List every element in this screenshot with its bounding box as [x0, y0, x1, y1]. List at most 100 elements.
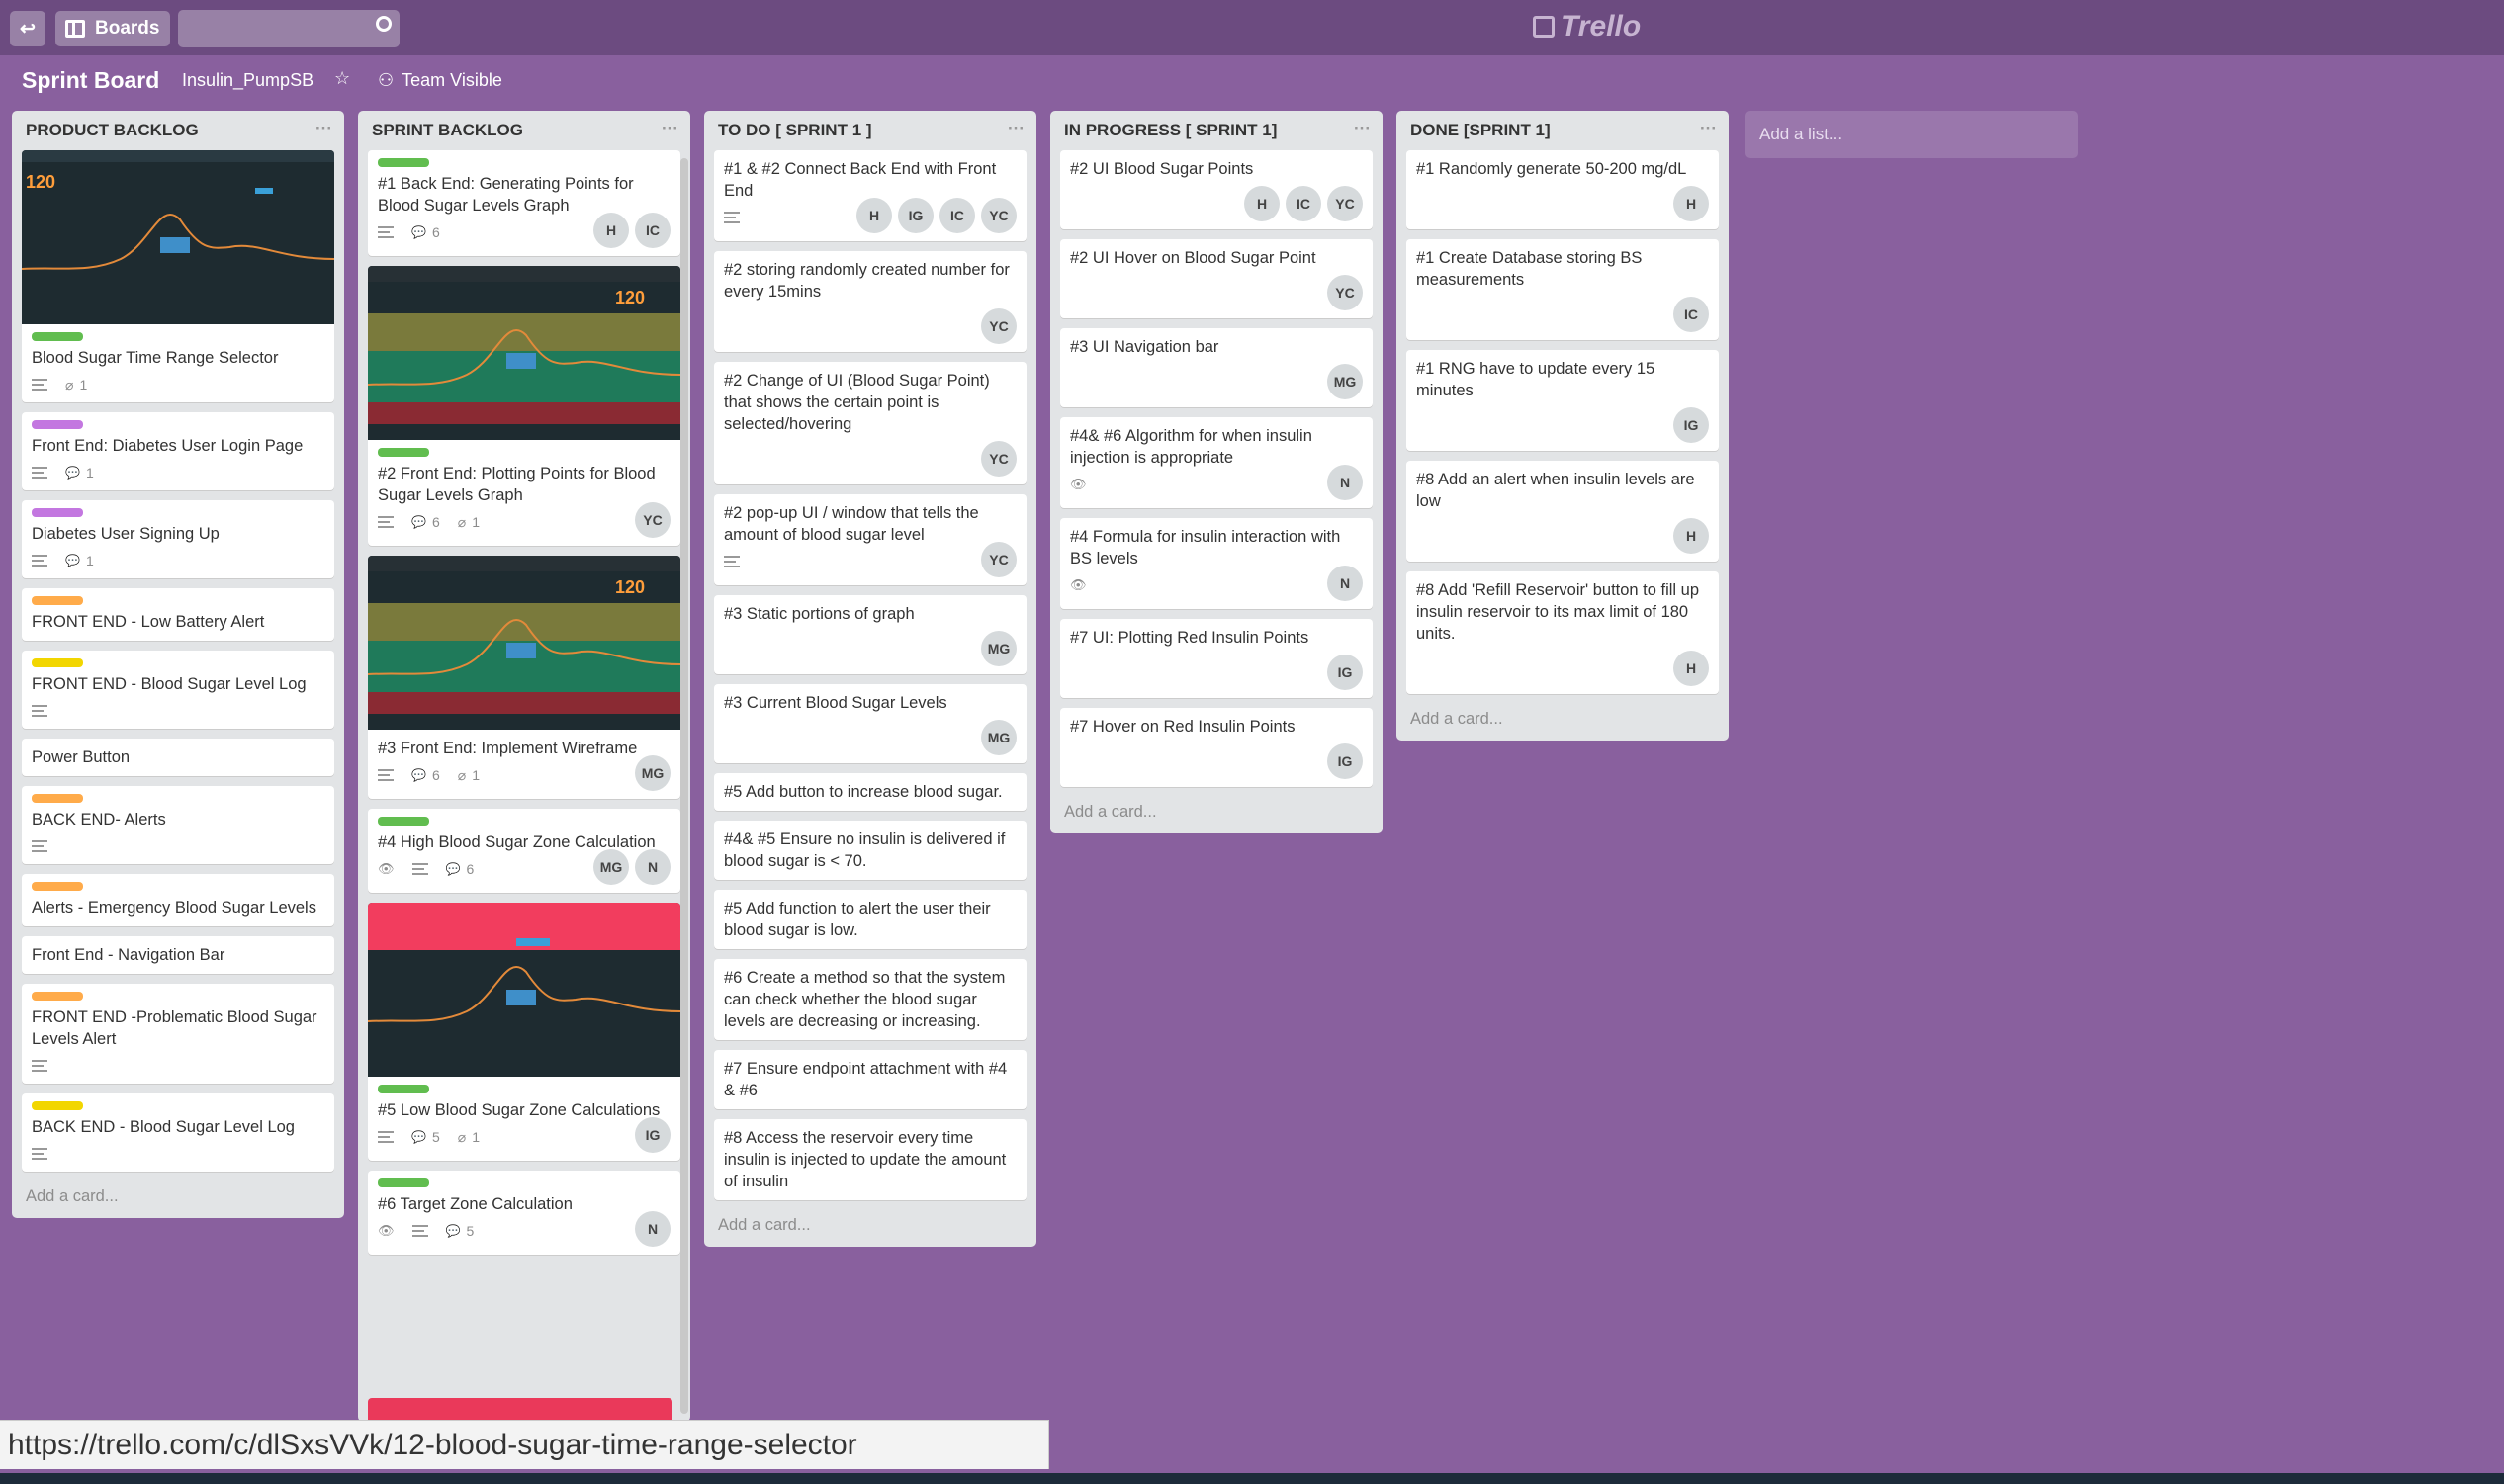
member-avatar[interactable]: H [1244, 186, 1280, 221]
star-icon[interactable]: ☆ [334, 68, 350, 89]
card-title[interactable]: #8 Access the reservoir every time insul… [724, 1127, 1017, 1192]
card-title[interactable]: #4 High Blood Sugar Zone Calculation [378, 831, 671, 853]
card-title[interactable]: #2 pop-up UI / window that tells the amo… [724, 502, 1017, 546]
card[interactable]: #4& #6 Algorithm for when insulin inject… [1060, 417, 1373, 508]
card-title[interactable]: Blood Sugar Time Range Selector [32, 347, 324, 369]
list-menu-icon[interactable]: ··· [1008, 119, 1025, 138]
card-title[interactable]: #2 storing randomly created number for e… [724, 259, 1017, 303]
board-title[interactable]: Sprint Board [22, 67, 159, 94]
card-title[interactable]: #8 Add an alert when insulin levels are … [1416, 469, 1709, 512]
add-card-button[interactable]: Add a card... [704, 1210, 1036, 1247]
search-input[interactable] [178, 10, 400, 47]
member-avatar[interactable]: YC [981, 308, 1017, 344]
card[interactable]: FRONT END - Blood Sugar Level Log [22, 651, 334, 729]
member-avatar[interactable]: MG [981, 631, 1017, 666]
add-list-button[interactable]: Add a list... [1745, 111, 2078, 158]
card[interactable]: #3 Current Blood Sugar Levels MG [714, 684, 1027, 763]
card-title[interactable]: Alerts - Emergency Blood Sugar Levels [32, 897, 324, 918]
card-title[interactable]: #8 Add 'Refill Reservoir' button to fill… [1416, 579, 1709, 645]
card-title[interactable]: #1 RNG have to update every 15 minutes [1416, 358, 1709, 401]
list-menu-icon[interactable]: ··· [1700, 119, 1717, 138]
list-menu-icon[interactable]: ··· [315, 119, 332, 138]
member-avatar[interactable]: IC [1286, 186, 1321, 221]
card[interactable]: #4 High Blood Sugar Zone Calculation 👁 💬 6 M… [368, 809, 680, 893]
card[interactable]: #5 Add button to increase blood sugar. [714, 773, 1027, 811]
member-avatar[interactable]: H [1673, 651, 1709, 686]
list-title[interactable]: PRODUCT BACKLOG [26, 121, 199, 139]
trello-logo[interactable]: Trello [1533, 10, 1641, 44]
list-title[interactable]: DONE [SPRINT 1] [1410, 121, 1551, 139]
card-title[interactable]: FRONT END - Low Battery Alert [32, 611, 324, 633]
card[interactable]: #8 Access the reservoir every time insul… [714, 1119, 1027, 1200]
member-avatar[interactable]: MG [981, 720, 1017, 755]
card[interactable]: #4 Formula for insulin interaction with … [1060, 518, 1373, 609]
card-title[interactable]: Front End - Navigation Bar [32, 944, 324, 966]
card[interactable]: #2 Change of UI (Blood Sugar Point) that… [714, 362, 1027, 484]
card[interactable]: Front End: Diabetes User Login Page 💬 1 [22, 412, 334, 490]
card-cover-image[interactable]: 120 [368, 266, 680, 440]
card[interactable]: #7 UI: Plotting Red Insulin Points IG [1060, 619, 1373, 698]
card[interactable]: #2 UI Blood Sugar Points H IC YC [1060, 150, 1373, 229]
card-title[interactable]: #3 Static portions of graph [724, 603, 1017, 625]
search-icon[interactable] [376, 16, 392, 32]
card[interactable]: #6 Target Zone Calculation 👁 💬 5 N [368, 1171, 680, 1255]
card-title[interactable]: #3 Front End: Implement Wireframe [378, 738, 671, 759]
member-avatar[interactable]: H [1673, 518, 1709, 554]
card[interactable]: BACK END - Blood Sugar Level Log [22, 1093, 334, 1172]
card-title[interactable]: #4 Formula for insulin interaction with … [1070, 526, 1363, 569]
list-menu-icon[interactable]: ··· [1354, 119, 1371, 138]
card[interactable]: Front End - Navigation Bar [22, 936, 334, 974]
card-title[interactable]: #3 Current Blood Sugar Levels [724, 692, 1017, 714]
card[interactable]: 120 Blood Sugar Time Range Selector ⌀ 1 [22, 150, 334, 402]
board-org[interactable]: Insulin_PumpSB [182, 70, 313, 91]
list-title[interactable]: IN PROGRESS [ SPRINT 1] [1064, 121, 1277, 139]
card-title[interactable]: #5 Add button to increase blood sugar. [724, 781, 1017, 803]
card[interactable]: #8 Add 'Refill Reservoir' button to fill… [1406, 571, 1719, 694]
list-scrollbar[interactable] [680, 158, 688, 1414]
card[interactable]: Power Button [22, 739, 334, 776]
member-avatar[interactable]: H [1673, 186, 1709, 221]
card[interactable]: #1 Create Database storing BS measuremen… [1406, 239, 1719, 340]
card[interactable]: Diabetes User Signing Up 💬 1 [22, 500, 334, 578]
card-title[interactable]: #2 UI Hover on Blood Sugar Point [1070, 247, 1363, 269]
back-button[interactable]: ↩ [10, 11, 45, 46]
card[interactable]: #1 Randomly generate 50-200 mg/dL H [1406, 150, 1719, 229]
card-title[interactable]: #4& #5 Ensure no insulin is delivered if… [724, 829, 1017, 872]
member-avatar[interactable]: IG [1327, 655, 1363, 690]
card[interactable]: 120 #2 Front End: Plotting Points for Blo… [368, 266, 680, 546]
card-title[interactable]: Diabetes User Signing Up [32, 523, 324, 545]
card[interactable]: #3 Static portions of graph MG [714, 595, 1027, 674]
card-title[interactable]: #2 Front End: Plotting Points for Blood … [378, 463, 671, 506]
card-title[interactable]: #2 UI Blood Sugar Points [1070, 158, 1363, 180]
card[interactable]: Alerts - Emergency Blood Sugar Levels [22, 874, 334, 926]
card-cover-image[interactable] [368, 903, 680, 1077]
boards-button[interactable]: Boards [55, 11, 170, 46]
card-title[interactable]: #3 UI Navigation bar [1070, 336, 1363, 358]
add-card-button[interactable]: Add a card... [1396, 704, 1729, 741]
member-avatar[interactable]: YC [1327, 186, 1363, 221]
card-cover-image[interactable]: 120 [22, 150, 334, 324]
card-title[interactable]: Front End: Diabetes User Login Page [32, 435, 324, 457]
list-title[interactable]: TO DO [ SPRINT 1 ] [718, 121, 872, 139]
card-title[interactable]: #1 Create Database storing BS measuremen… [1416, 247, 1709, 291]
card[interactable]: FRONT END -Problematic Blood Sugar Level… [22, 984, 334, 1084]
card-title[interactable]: #7 UI: Plotting Red Insulin Points [1070, 627, 1363, 649]
card-title[interactable]: BACK END - Blood Sugar Level Log [32, 1116, 324, 1138]
card-title[interactable]: Power Button [32, 746, 324, 768]
card-title[interactable]: FRONT END -Problematic Blood Sugar Level… [32, 1006, 324, 1050]
card[interactable]: #2 pop-up UI / window that tells the amo… [714, 494, 1027, 585]
card[interactable]: #7 Hover on Red Insulin Points IG [1060, 708, 1373, 787]
member-avatar[interactable]: YC [1327, 275, 1363, 310]
card[interactable]: 120 #3 Front End: Implement Wireframe 💬 6 ⌀ 1… [368, 556, 680, 799]
card-title[interactable]: #4& #6 Algorithm for when insulin inject… [1070, 425, 1363, 469]
card-title[interactable]: #7 Ensure endpoint attachment with #4 & … [724, 1058, 1017, 1101]
member-avatar[interactable]: MG [1327, 364, 1363, 399]
card-title[interactable]: #6 Create a method so that the system ca… [724, 967, 1017, 1032]
card[interactable]: #5 Low Blood Sugar Zone Calculations 💬 5 ⌀ 1… [368, 903, 680, 1161]
card[interactable]: #8 Add an alert when insulin levels are … [1406, 461, 1719, 562]
card-title[interactable]: #2 Change of UI (Blood Sugar Point) that… [724, 370, 1017, 435]
card[interactable]: #2 UI Hover on Blood Sugar Point YC [1060, 239, 1373, 318]
card[interactable]: #6 Create a method so that the system ca… [714, 959, 1027, 1040]
card-title[interactable]: BACK END- Alerts [32, 809, 324, 830]
card[interactable]: #4& #5 Ensure no insulin is delivered if… [714, 821, 1027, 880]
